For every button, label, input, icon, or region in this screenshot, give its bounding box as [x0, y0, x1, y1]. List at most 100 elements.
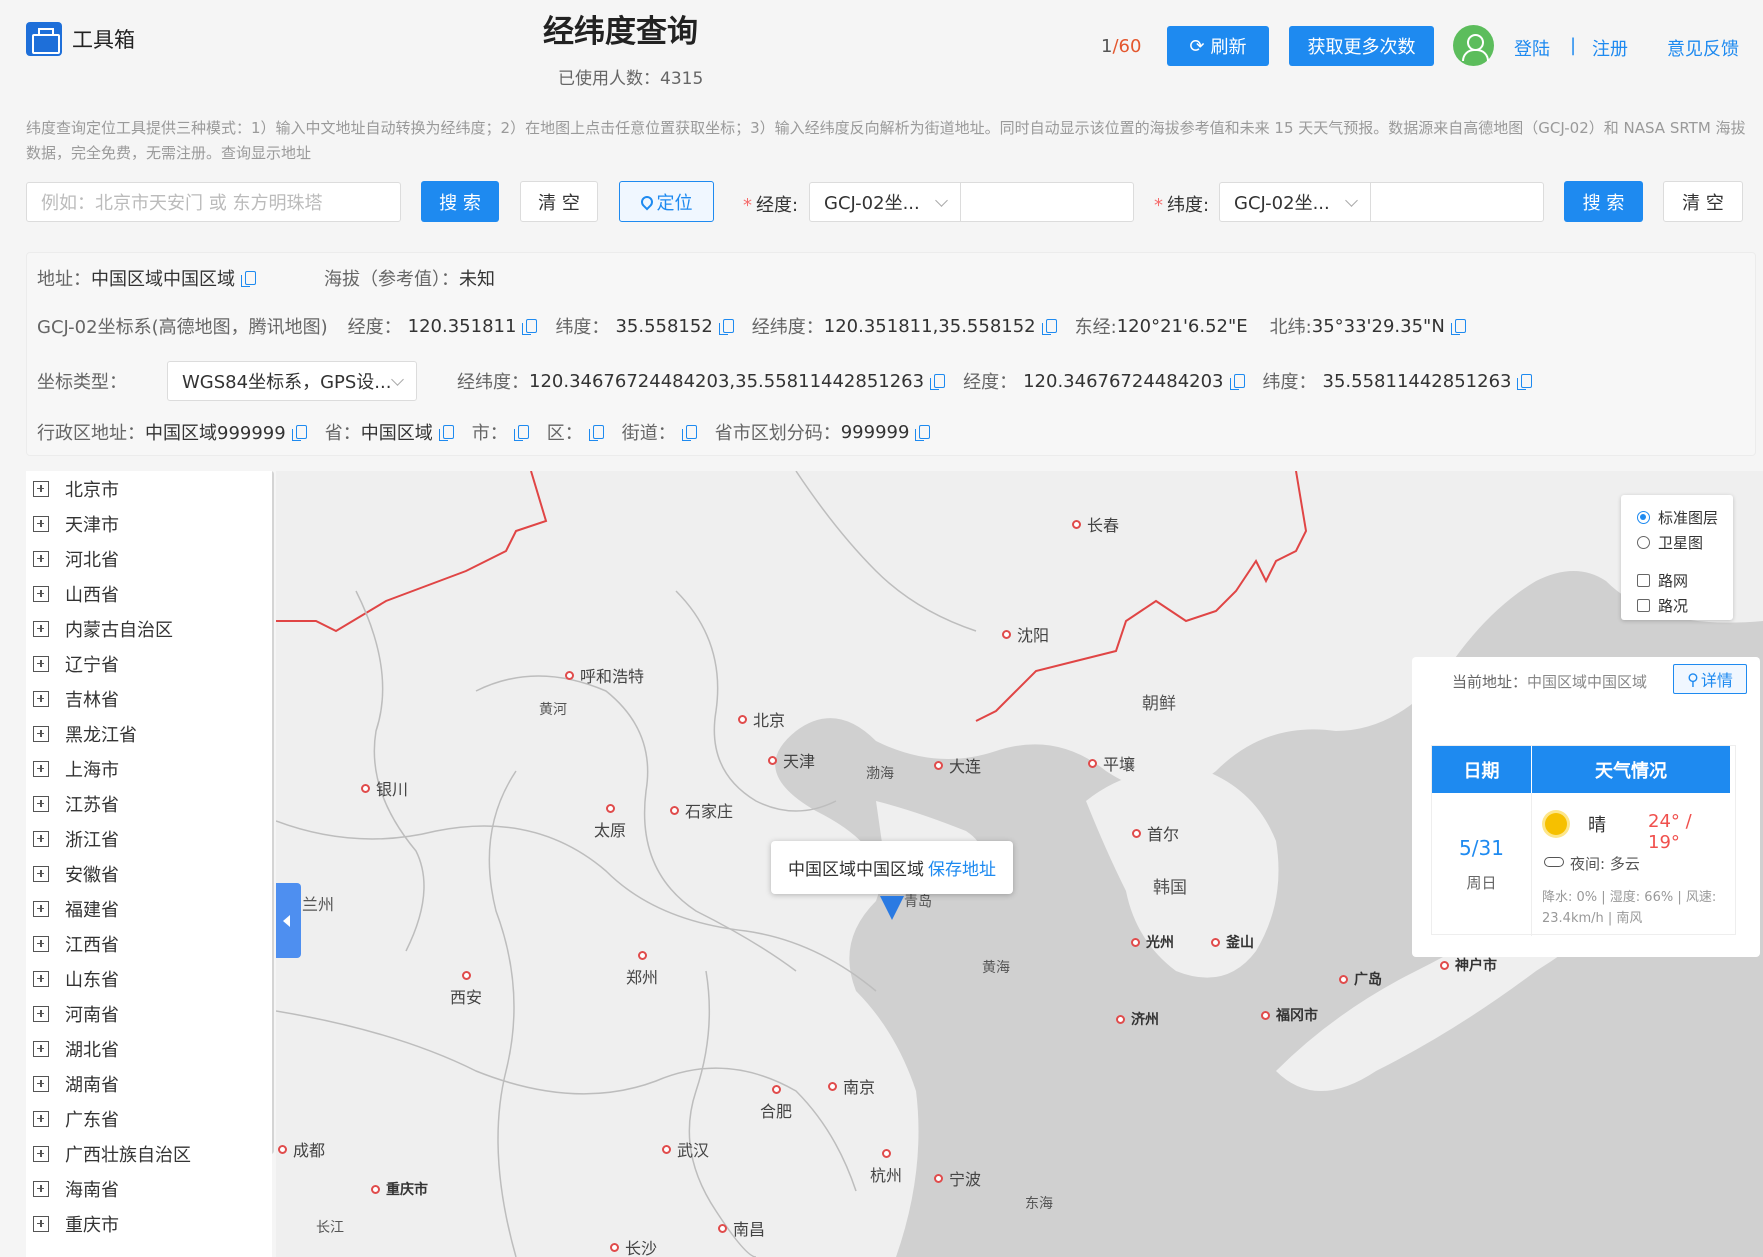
province-item[interactable]: 河南省 [26, 996, 272, 1031]
expand-plus-icon[interactable] [33, 725, 49, 742]
copy-icon[interactable] [1041, 319, 1057, 335]
layer-standard-option[interactable]: 标准图层 [1637, 507, 1718, 528]
copy-icon[interactable] [718, 319, 734, 335]
expand-plus-icon[interactable] [33, 1005, 49, 1022]
expand-plus-icon[interactable] [33, 900, 49, 917]
feedback-link[interactable]: 意见反馈 [1667, 35, 1739, 61]
expand-plus-icon[interactable] [33, 690, 49, 707]
login-link[interactable]: 登陆 [1514, 35, 1550, 61]
expand-plus-icon[interactable] [33, 1145, 49, 1162]
copy-icon[interactable] [681, 425, 697, 441]
expand-plus-icon[interactable] [33, 620, 49, 637]
map-city[interactable]: 长春 [1072, 512, 1119, 536]
province-item[interactable]: 天津市 [26, 506, 272, 541]
copy-icon[interactable] [291, 425, 307, 441]
map-city[interactable]: 光州 [1131, 932, 1174, 952]
map-city[interactable]: 首尔 [1132, 821, 1179, 845]
copy-icon[interactable] [1229, 374, 1245, 390]
map-city[interactable]: 西安 [450, 971, 482, 1008]
province-item[interactable]: 山西省 [26, 576, 272, 611]
map-city[interactable]: 大连 [934, 753, 981, 777]
province-item[interactable]: 安徽省 [26, 856, 272, 891]
province-item[interactable]: 辽宁省 [26, 646, 272, 681]
map-city[interactable]: 广岛 [1339, 969, 1382, 989]
coord-search-button[interactable]: 搜 索 [1564, 181, 1643, 222]
province-item[interactable]: 内蒙古自治区 [26, 611, 272, 646]
locate-button[interactable]: 定位 [619, 181, 714, 222]
map-city[interactable]: 南京 [828, 1074, 875, 1098]
layer-traffic-option[interactable]: 路况 [1637, 595, 1688, 616]
map-city[interactable]: 杭州 [870, 1149, 902, 1186]
logo[interactable]: 工具箱 [26, 22, 135, 56]
copy-icon[interactable] [1517, 374, 1533, 390]
map-marker-icon[interactable] [880, 896, 904, 920]
expand-plus-icon[interactable] [33, 1215, 49, 1232]
weather-detail-button[interactable]: ⚲ 详情 [1673, 664, 1747, 694]
province-item[interactable]: 上海市 [26, 751, 272, 786]
map-city[interactable]: 武汉 [662, 1137, 709, 1161]
copy-icon[interactable] [1450, 319, 1466, 335]
map-city[interactable]: 呼和浩特 [565, 663, 644, 687]
address-search-input[interactable]: 例如：北京市天安门 或 东方明珠塔 [26, 182, 401, 222]
copy-icon[interactable] [513, 425, 529, 441]
map-city[interactable]: 沈阳 [1002, 622, 1049, 646]
map-city[interactable]: 重庆市 [371, 1179, 428, 1199]
province-item[interactable]: 海南省 [26, 1171, 272, 1206]
province-item[interactable]: 黑龙江省 [26, 716, 272, 751]
address-clear-button[interactable]: 清 空 [520, 181, 598, 222]
map-city[interactable]: 石家庄 [670, 798, 733, 822]
province-item[interactable]: 山东省 [26, 961, 272, 996]
layer-satellite-option[interactable]: 卫星图 [1637, 532, 1703, 553]
province-item[interactable]: 重庆市 [26, 1206, 272, 1241]
province-item[interactable]: 江苏省 [26, 786, 272, 821]
latitude-input[interactable] [1370, 182, 1544, 222]
longitude-input[interactable] [960, 182, 1134, 222]
map-city[interactable]: 釜山 [1211, 932, 1254, 952]
map-city[interactable]: 宁波 [934, 1166, 981, 1190]
coord-clear-button[interactable]: 清 空 [1663, 181, 1743, 222]
expand-plus-icon[interactable] [33, 480, 49, 497]
user-avatar-icon[interactable] [1453, 25, 1494, 66]
province-item[interactable]: 广东省 [26, 1101, 272, 1136]
latitude-coord-type-select[interactable]: GCJ-02坐... [1219, 182, 1371, 222]
map-city[interactable]: 郑州 [626, 951, 658, 988]
map-city[interactable]: 济州 [1116, 1009, 1159, 1029]
expand-plus-icon[interactable] [33, 515, 49, 532]
copy-icon[interactable] [588, 425, 604, 441]
copy-icon[interactable] [522, 319, 538, 335]
province-item[interactable]: 江西省 [26, 926, 272, 961]
map-city[interactable]: 长沙 [610, 1235, 657, 1257]
map-city[interactable]: 合肥 [760, 1085, 792, 1122]
province-item[interactable]: 福建省 [26, 891, 272, 926]
province-item[interactable]: 湖北省 [26, 1031, 272, 1066]
get-more-button[interactable]: 获取更多次数 [1289, 26, 1434, 66]
province-item[interactable]: 湖南省 [26, 1066, 272, 1101]
longitude-coord-type-select[interactable]: GCJ-02坐... [809, 182, 961, 222]
province-item[interactable]: 北京市 [26, 471, 272, 506]
expand-plus-icon[interactable] [33, 935, 49, 952]
expand-plus-icon[interactable] [33, 795, 49, 812]
copy-icon[interactable] [915, 425, 931, 441]
expand-plus-icon[interactable] [33, 550, 49, 567]
refresh-button[interactable]: ⟳ 刷新 [1167, 26, 1269, 66]
copy-icon[interactable] [930, 374, 946, 390]
copy-icon[interactable] [241, 271, 256, 287]
map-city[interactable]: 北京 [738, 707, 785, 731]
map-city[interactable]: 银川 [361, 776, 408, 800]
copy-icon[interactable] [438, 425, 454, 441]
expand-plus-icon[interactable] [33, 655, 49, 672]
expand-plus-icon[interactable] [33, 830, 49, 847]
expand-plus-icon[interactable] [33, 1180, 49, 1197]
layer-roads-option[interactable]: 路网 [1637, 570, 1688, 591]
province-item[interactable]: 广西壮族自治区 [26, 1136, 272, 1171]
save-address-link[interactable]: 保存地址 [928, 855, 996, 880]
expand-plus-icon[interactable] [33, 1075, 49, 1092]
expand-plus-icon[interactable] [33, 760, 49, 777]
register-link[interactable]: 注册 [1592, 35, 1628, 61]
expand-plus-icon[interactable] [33, 1110, 49, 1127]
expand-plus-icon[interactable] [33, 865, 49, 882]
map-city[interactable]: 太原 [594, 804, 626, 841]
collapse-sidebar-button[interactable] [276, 883, 301, 958]
map-city[interactable]: 南昌 [718, 1216, 765, 1240]
expand-plus-icon[interactable] [33, 585, 49, 602]
